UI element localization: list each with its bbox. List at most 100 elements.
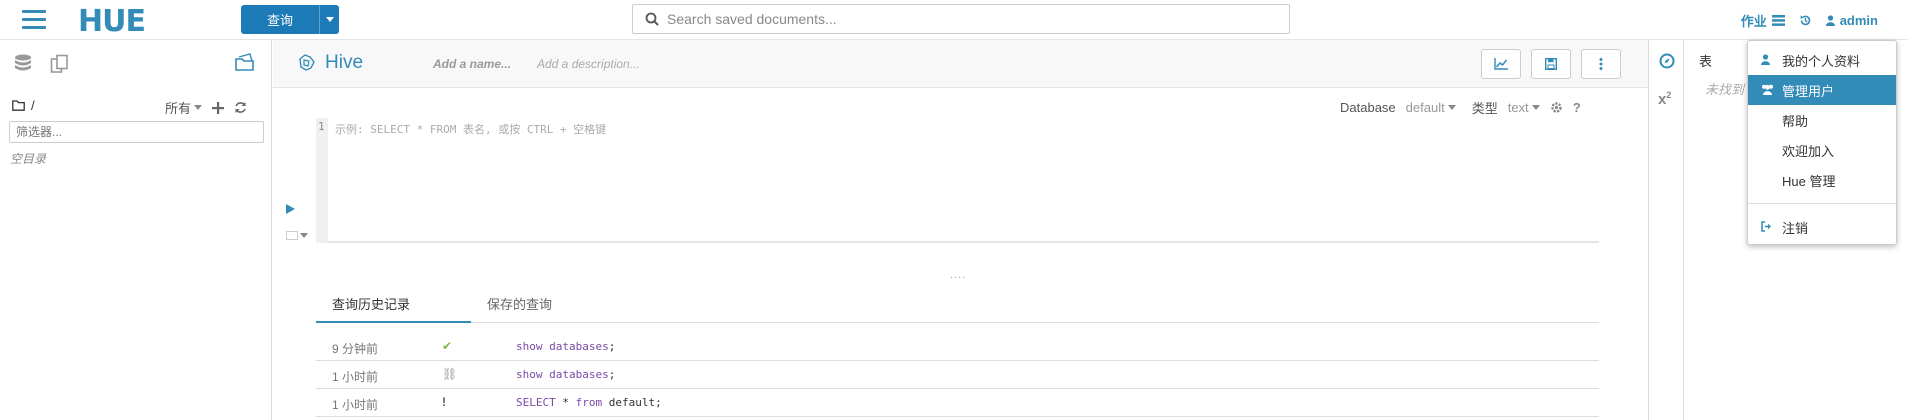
- user-icon: [1825, 15, 1835, 26]
- menu-item-logout[interactable]: 注销: [1748, 212, 1896, 242]
- query-button-group: 查询: [241, 5, 339, 34]
- history-time: 1 小时前: [332, 370, 379, 384]
- chevron-down-icon: [325, 17, 334, 22]
- jobs-button[interactable]: 作业: [1741, 11, 1785, 30]
- query-name-input[interactable]: Add a name...: [433, 57, 511, 71]
- menu-item-my-profile[interactable]: 我的个人资料: [1748, 45, 1896, 75]
- filter-all-dropdown[interactable]: 所有: [165, 98, 203, 117]
- hamburger-menu-icon[interactable]: [22, 10, 46, 30]
- hue-logo[interactable]: HUE: [78, 4, 146, 39]
- menu-item-manage-users[interactable]: 管理用户: [1748, 75, 1896, 105]
- menu-item-welcome[interactable]: 欢迎加入: [1748, 135, 1896, 165]
- breadcrumb: /: [12, 98, 35, 113]
- error-exclamation-icon: !: [442, 395, 446, 409]
- save-button[interactable]: [1531, 49, 1571, 79]
- snippet-settings-bar: Database default 类型 text ?: [1340, 98, 1581, 117]
- breadcrumb-path[interactable]: /: [31, 98, 35, 113]
- compass-icon[interactable]: [1659, 53, 1675, 72]
- line-number: 1: [316, 118, 328, 243]
- history-time: 9 分钟前: [332, 342, 379, 356]
- top-navbar: HUE 查询 作业 admin: [0, 0, 1908, 40]
- search-box: [632, 4, 1290, 34]
- chevron-down-icon: [1447, 105, 1456, 110]
- user-icon: [1761, 54, 1770, 65]
- user-dropdown-menu: 我的个人资料 管理用户 帮助 欢迎加入 Hue 管理 注销: [1747, 40, 1897, 245]
- user-name: admin: [1839, 13, 1878, 28]
- history-code: show databases;: [516, 340, 616, 353]
- gear-icon[interactable]: [1550, 101, 1563, 114]
- history-button[interactable]: [1799, 14, 1812, 27]
- nav-right: 作业 admin: [1741, 11, 1878, 30]
- hive-logo-icon: [299, 54, 315, 71]
- history-time: 1 小时前: [332, 398, 379, 412]
- type-value: text: [1507, 100, 1529, 115]
- history-code: show databases;: [516, 368, 616, 381]
- search-input[interactable]: [667, 11, 1267, 27]
- type-select[interactable]: text: [1508, 100, 1540, 115]
- menu-item-help[interactable]: 帮助: [1748, 105, 1896, 135]
- open-folder-icon[interactable]: [234, 53, 256, 76]
- documents-icon[interactable]: [50, 54, 70, 74]
- history-code: SELECT * from default;: [516, 396, 662, 409]
- code-placeholder: 示例: SELECT * FROM 表名, 或按 CTRL + 空格键: [335, 123, 607, 136]
- save-icon: [1545, 58, 1557, 70]
- engine-name: Hive: [325, 52, 364, 73]
- database-icon[interactable]: [14, 54, 32, 74]
- broken-link-icon: ⛓: [442, 367, 458, 381]
- help-icon[interactable]: ?: [1573, 100, 1581, 115]
- jobs-list-icon: [1771, 15, 1785, 26]
- snippet-actions-dropdown[interactable]: [286, 231, 308, 240]
- code-editor[interactable]: 1 示例: SELECT * FROM 表名, 或按 CTRL + 空格键: [316, 118, 1599, 243]
- empty-directory-text: 空目录: [10, 152, 47, 166]
- folder-toolbar: 所有: [165, 98, 247, 117]
- snippet-icon: [286, 231, 298, 240]
- active-tab-indicator: [316, 321, 471, 323]
- query-description-input[interactable]: Add a description...: [537, 57, 640, 71]
- right-assist-strip: x2: [1648, 40, 1684, 420]
- menu-item-hue-admin[interactable]: Hue 管理: [1748, 165, 1896, 195]
- search-icon: [645, 12, 659, 26]
- user-menu-button[interactable]: admin: [1825, 13, 1878, 28]
- run-query-icon[interactable]: [286, 204, 295, 214]
- more-options-button[interactable]: [1581, 49, 1621, 79]
- result-tabs: 查询历史记录 保存的查询: [316, 290, 1599, 323]
- left-assist-panel: / 所有 空目录: [0, 40, 272, 420]
- tables-title: 表: [1699, 54, 1713, 69]
- database-value: default: [1405, 100, 1445, 115]
- type-label: 类型: [1471, 101, 1498, 116]
- editor-header: Hive Add a name... Add a description...: [273, 40, 1649, 88]
- history-icon: [1800, 15, 1810, 26]
- function-icon[interactable]: x2: [1658, 90, 1671, 108]
- history-row[interactable]: 1 小时前 ! SELECT * from default;: [316, 389, 1599, 417]
- line-chart-icon: [1494, 58, 1508, 70]
- not-found-text: 未找到: [1705, 82, 1745, 97]
- menu-divider: [1748, 203, 1896, 204]
- vertical-ellipsis-icon: [1599, 58, 1603, 70]
- query-dropdown-toggle[interactable]: [319, 5, 339, 34]
- assist-source-tabs: [14, 54, 70, 74]
- chart-button[interactable]: [1481, 49, 1521, 79]
- sign-out-icon: [1761, 221, 1771, 232]
- filter-input[interactable]: [9, 121, 264, 143]
- chevron-down-icon: [1531, 105, 1540, 110]
- history-row[interactable]: 1 小时前 ⛓ show databases;: [316, 361, 1599, 389]
- query-button[interactable]: 查询: [241, 5, 319, 34]
- users-icon: [1762, 84, 1773, 95]
- jobs-label: 作业: [1740, 14, 1767, 29]
- plus-icon[interactable]: [212, 101, 225, 114]
- success-check-icon: ✔: [442, 339, 453, 353]
- tab-saved-queries[interactable]: 保存的查询: [487, 294, 552, 313]
- query-history-list: 9 分钟前 ✔ show databases; 1 小时前 ⛓ show dat…: [316, 333, 1599, 417]
- resize-handle[interactable]: ....: [950, 269, 966, 281]
- database-select[interactable]: default: [1406, 100, 1456, 115]
- chevron-down-icon: [300, 233, 308, 238]
- refresh-icon[interactable]: [234, 101, 247, 114]
- editor-toolbar: [1481, 49, 1621, 79]
- history-row[interactable]: 9 分钟前 ✔ show databases;: [316, 333, 1599, 361]
- folder-icon: [12, 100, 25, 111]
- engine-title: Hive: [297, 52, 363, 74]
- tab-query-history[interactable]: 查询历史记录: [332, 294, 410, 313]
- filter-all-label: 所有: [165, 101, 192, 116]
- chevron-down-icon: [194, 105, 203, 110]
- database-label: Database: [1340, 100, 1396, 115]
